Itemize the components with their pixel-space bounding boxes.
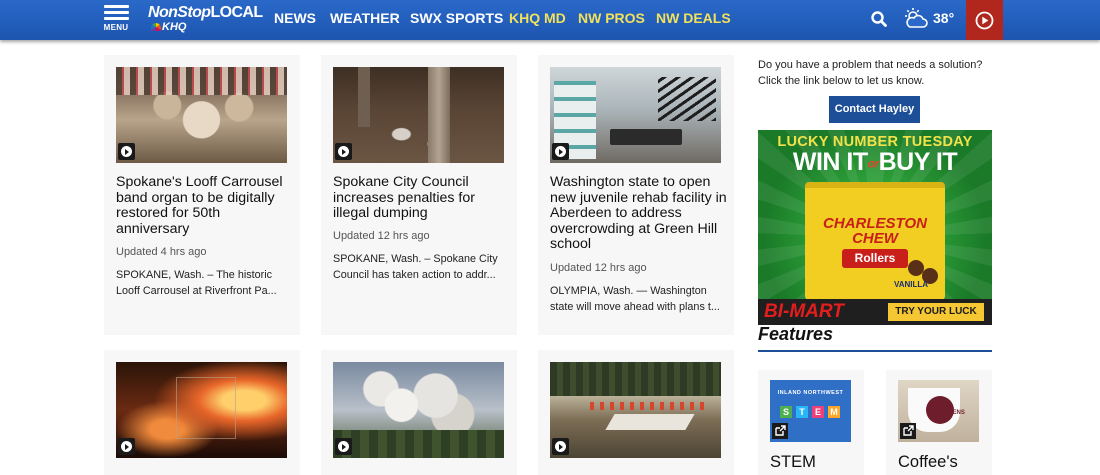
article-thumbnail[interactable]	[333, 362, 504, 458]
thumbnail-detail	[590, 402, 710, 410]
stem-letter: T	[796, 406, 808, 418]
article-timestamp: Updated 12 hrs ago	[333, 230, 430, 242]
play-icon	[118, 143, 135, 160]
feature-card[interactable]: CRAVENS Coffee's	[886, 370, 992, 475]
logo-wordmark: NonStopLOCAL	[148, 4, 263, 22]
features-divider	[758, 350, 992, 352]
article-card	[104, 350, 300, 475]
article-timestamp: Updated 4 hrs ago	[116, 246, 207, 258]
ad-product-name: Rollers	[842, 249, 908, 268]
ad-cta-button: TRY YOUR LUCK	[888, 303, 984, 321]
ad-product-brand: CHARLESTON CHEW	[823, 215, 927, 247]
article-headline[interactable]: Spokane City Council increases penalties…	[333, 174, 511, 222]
feature-thumbnail: CRAVENS	[898, 380, 979, 442]
partly-cloudy-icon	[905, 8, 928, 28]
weather-temperature: 38°	[933, 10, 955, 26]
article-thumbnail[interactable]	[550, 362, 721, 458]
right-sidebar: Do you have a problem that needs a solut…	[746, 40, 1004, 475]
play-icon	[335, 438, 352, 455]
feature-thumbnail-text: INLAND NORTHWEST	[777, 390, 844, 396]
article-summary: SPOKANE, Wash. – Spokane City Council ha…	[333, 253, 498, 281]
feature-thumbnail: INLAND NORTHWEST S T E M	[770, 380, 851, 442]
play-icon	[335, 143, 352, 160]
logo-nonstop: NonStop	[148, 4, 211, 21]
thumbnail-detail	[428, 67, 450, 163]
article-card	[321, 350, 517, 475]
article-card: Spokane's Looff Carrousel band organ to …	[104, 55, 300, 335]
feature-title: STEM	[770, 453, 816, 471]
thumbnail-detail	[610, 129, 682, 145]
nav-weather[interactable]: WEATHER	[330, 10, 400, 26]
external-link-icon	[900, 423, 916, 439]
article-headline[interactable]: Spokane's Looff Carrousel band organ to …	[116, 174, 294, 237]
ad-slogan-part: BUY IT	[878, 148, 958, 176]
thumbnail-detail	[605, 414, 695, 430]
weather-widget[interactable]: 38°	[902, 7, 958, 31]
nav-swx-sports[interactable]: SWX SPORTS	[410, 10, 503, 26]
top-navigation-bar: MENU NonStopLOCAL KHQ NEWS WEATHER SWX S…	[0, 0, 1100, 40]
article-headline[interactable]: Washington state to open new juvenile re…	[550, 174, 728, 253]
logo-station: KHQ	[162, 21, 187, 33]
thumbnail-detail	[658, 77, 716, 121]
hamburger-icon	[104, 5, 129, 21]
article-summary: SPOKANE, Wash. – The historic Looff Carr…	[116, 269, 277, 297]
play-icon	[552, 438, 569, 455]
play-icon	[552, 143, 569, 160]
menu-label: MENU	[103, 23, 129, 32]
stem-letter: M	[828, 406, 840, 418]
feature-title: Coffee's	[898, 453, 958, 471]
live-video-button[interactable]	[966, 0, 1003, 40]
advertisement-banner[interactable]: LUCKY NUMBER TUESDAY WIN ITorBUY IT CHAR…	[758, 130, 992, 325]
article-thumbnail[interactable]	[116, 362, 287, 458]
logo-local: LOCAL	[210, 4, 263, 21]
ad-store-logo: BI-MART	[764, 301, 844, 322]
play-icon	[118, 438, 135, 455]
ad-slogan-part: WIN IT	[792, 148, 868, 176]
ad-product-flavor: VANILLA	[894, 280, 929, 289]
nav-nw-pros[interactable]: NW PROS	[578, 10, 645, 26]
nav-news[interactable]: NEWS	[274, 10, 316, 26]
promo-text: Do you have a problem that needs a solut…	[758, 59, 983, 87]
thumbnail-detail	[358, 67, 370, 127]
article-thumbnail[interactable]	[550, 67, 721, 163]
menu-button[interactable]: MENU	[100, 4, 132, 34]
article-card: Washington state to open new juvenile re…	[538, 55, 734, 335]
article-summary: OLYMPIA, Wash. — Washington state will m…	[550, 285, 720, 313]
peacock-icon	[151, 23, 161, 31]
article-timestamp: Updated 12 hrs ago	[550, 262, 647, 274]
ad-slogan: WIN ITorBUY IT	[758, 148, 992, 177]
external-link-icon	[772, 423, 788, 439]
thumbnail-detail	[116, 67, 287, 95]
article-thumbnail[interactable]	[333, 67, 504, 163]
ad-slogan-or: or	[867, 156, 880, 171]
search-icon[interactable]	[870, 10, 888, 28]
article-card	[538, 350, 734, 475]
article-card: Spokane City Council increases penalties…	[321, 55, 517, 335]
nav-khq-md[interactable]: KHQ MD	[509, 10, 566, 26]
site-logo[interactable]: NonStopLOCAL KHQ	[148, 4, 263, 36]
thumbnail-detail	[176, 377, 236, 439]
thumbnail-detail	[550, 362, 721, 396]
play-circle-icon	[975, 11, 994, 30]
thumbnail-detail	[333, 430, 504, 458]
article-thumbnail[interactable]	[116, 67, 287, 163]
contact-hayley-button[interactable]: Contact Hayley	[829, 96, 920, 123]
feature-card[interactable]: INLAND NORTHWEST S T E M STEM	[758, 370, 864, 475]
stem-letter: E	[812, 406, 824, 418]
feature-thumbnail-text: CRAVENS	[936, 410, 965, 416]
stem-letter: S	[780, 406, 792, 418]
nav-nw-deals[interactable]: NW DEALS	[656, 10, 731, 26]
features-heading: Features	[758, 324, 834, 344]
